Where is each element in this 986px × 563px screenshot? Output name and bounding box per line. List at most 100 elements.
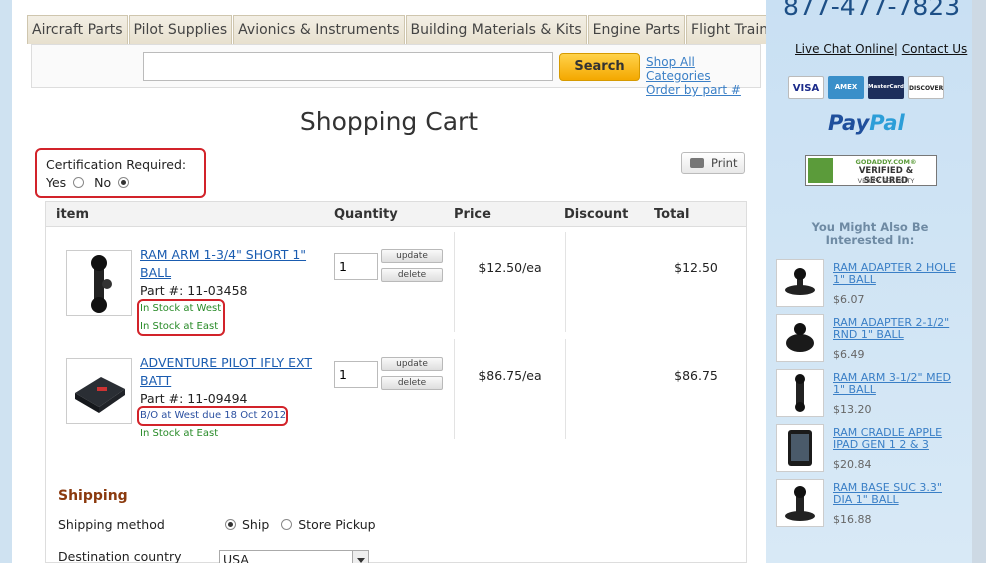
tab-engine-parts[interactable]: Engine Parts	[587, 15, 686, 44]
column-divider	[454, 232, 455, 332]
contact-us-link[interactable]: Contact Us	[902, 42, 968, 56]
cert-yes-radio[interactable]	[73, 177, 85, 188]
ram-round-adapter-image-icon	[786, 323, 814, 352]
delete-button[interactable]: delete	[381, 268, 443, 282]
cert-yes-label: Yes	[46, 175, 67, 190]
page-left-gutter	[0, 0, 12, 563]
product-thumbnail[interactable]	[66, 250, 132, 316]
update-button[interactable]: update	[381, 357, 443, 371]
print-label: Print	[711, 156, 738, 170]
related-product-price: $6.49	[833, 348, 865, 361]
search-input[interactable]	[143, 52, 553, 81]
search-bar: Search Shop All Categories Order by part…	[31, 44, 761, 97]
product-name-link[interactable]: RAM ARM 1-3/4" SHORT 1" BALL	[140, 246, 320, 282]
ship-label: Ship	[242, 517, 270, 532]
ram-adapter-image-icon	[785, 268, 815, 295]
chevron-down-icon	[352, 551, 368, 563]
destination-country-value: USA	[223, 552, 249, 563]
header-discount: Discount	[564, 207, 629, 222]
shipping-method-label: Shipping method	[58, 517, 165, 532]
shipping-method-options: Ship Store Pickup	[222, 517, 376, 532]
shipping-heading: Shipping	[58, 488, 128, 504]
related-product-name-link[interactable]: RAM ARM 3-1/2" MED 1" BALL	[833, 372, 963, 396]
search-button[interactable]: Search	[559, 53, 640, 81]
shop-all-categories-link[interactable]: Shop All Categories	[646, 55, 760, 83]
live-chat-link[interactable]: Live Chat Online	[795, 42, 894, 56]
related-product-thumbnail[interactable]	[776, 259, 824, 307]
product-thumbnail[interactable]	[66, 358, 132, 424]
header-item: item	[56, 207, 90, 222]
stock-status-west: In Stock at West	[140, 303, 222, 314]
order-by-part-link[interactable]: Order by part #	[646, 83, 760, 97]
column-divider	[454, 339, 455, 439]
right-sidebar: 877-477-7823 Live Chat Online| Contact U…	[766, 0, 972, 563]
destination-country-select[interactable]: USA	[219, 550, 369, 563]
certification-label: Certification Required:	[46, 157, 187, 172]
stock-status-east: In Stock at East	[140, 321, 219, 332]
tab-pilot-supplies[interactable]: Pilot Supplies	[128, 15, 233, 44]
header-total: Total	[654, 207, 690, 222]
destination-country-label: Destination country	[58, 549, 182, 563]
line-total: $12.50	[674, 260, 718, 275]
related-product: RAM ADAPTER 2 HOLE 1" BALL $6.07	[776, 259, 970, 309]
related-product-thumbnail[interactable]	[776, 479, 824, 527]
tab-avionics-instruments[interactable]: Avionics & Instruments	[233, 15, 405, 44]
print-button[interactable]: Print	[681, 152, 745, 174]
update-button[interactable]: update	[381, 249, 443, 263]
product-name-link[interactable]: ADVENTURE PILOT IFLY EXT BATT	[140, 354, 320, 390]
unit-price: $12.50/ea	[478, 260, 542, 275]
line-total: $86.75	[674, 368, 718, 383]
suction-base-image-icon	[785, 486, 815, 521]
link-separator: |	[893, 42, 898, 56]
lock-icon	[808, 158, 833, 183]
part-number: Part #: 11-03458	[140, 283, 248, 298]
related-product: RAM CRADLE APPLE IPAD GEN 1 2 & 3 $20.84	[776, 424, 970, 474]
unit-price: $86.75/ea	[478, 368, 542, 383]
contact-links: Live Chat Online| Contact Us	[795, 42, 967, 56]
stock-status-west: B/O at West due 18 Oct 2012	[140, 410, 287, 421]
delete-button[interactable]: delete	[381, 376, 443, 390]
page-right-gutter	[972, 0, 986, 563]
related-product-price: $6.07	[833, 293, 865, 306]
godaddy-line1: GODADDY.COM®	[855, 158, 917, 166]
related-product-name-link[interactable]: RAM ADAPTER 2 HOLE 1" BALL	[833, 262, 963, 286]
stock-status-east: In Stock at East	[140, 428, 219, 439]
paypal-logo: PayPal	[828, 111, 905, 135]
page-title: Shopping Cart	[299, 107, 479, 136]
category-tabs: Aircraft Parts Pilot Supplies Avionics &…	[27, 15, 796, 44]
cart-table: item Quantity Price Discount Total RAM A…	[45, 201, 747, 563]
related-product: RAM ARM 3-1/2" MED 1" BALL $13.20	[776, 369, 970, 419]
related-product-price: $20.84	[833, 458, 872, 471]
battery-pack-image-icon	[75, 377, 125, 413]
phone-number: 877-477-7823	[783, 0, 961, 21]
related-product-name-link[interactable]: RAM ADAPTER 2-1/2" RND 1" BALL	[833, 317, 963, 341]
ram-arm-image-icon	[91, 255, 112, 313]
mastercard-icon: MasterCard	[868, 76, 904, 99]
quantity-input[interactable]	[334, 361, 378, 388]
column-divider	[565, 232, 566, 332]
quantity-input[interactable]	[334, 253, 378, 280]
certification-options: Yes No	[46, 174, 204, 192]
main-content: Aircraft Parts Pilot Supplies Avionics &…	[12, 0, 795, 563]
cert-no-label: No	[94, 175, 112, 190]
related-product: RAM ADAPTER 2-1/2" RND 1" BALL $6.49	[776, 314, 970, 364]
tab-aircraft-parts[interactable]: Aircraft Parts	[27, 15, 128, 44]
related-product-name-link[interactable]: RAM BASE SUC 3.3" DIA 1" BALL	[833, 482, 963, 506]
godaddy-seal[interactable]: GODADDY.COM® VERIFIED & SECURED VERIFY S…	[805, 155, 937, 186]
related-product-thumbnail[interactable]	[776, 424, 824, 472]
tab-building-materials-kits[interactable]: Building Materials & Kits	[405, 15, 587, 44]
printer-icon	[690, 158, 704, 168]
related-product-price: $13.20	[833, 403, 872, 416]
store-pickup-label: Store Pickup	[298, 517, 376, 532]
related-product-thumbnail[interactable]	[776, 369, 824, 417]
cert-no-radio[interactable]	[118, 177, 130, 188]
related-product-thumbnail[interactable]	[776, 314, 824, 362]
paypal-logo-pay: Pay	[828, 111, 870, 135]
amex-icon: AMEX	[828, 76, 864, 99]
related-product-price: $16.88	[833, 513, 872, 526]
ipad-cradle-image-icon	[788, 430, 812, 466]
related-product-name-link[interactable]: RAM CRADLE APPLE IPAD GEN 1 2 & 3	[833, 427, 963, 451]
discover-icon: DISCOVER	[908, 76, 944, 99]
store-pickup-radio[interactable]	[281, 519, 293, 530]
ship-radio[interactable]	[225, 519, 236, 530]
